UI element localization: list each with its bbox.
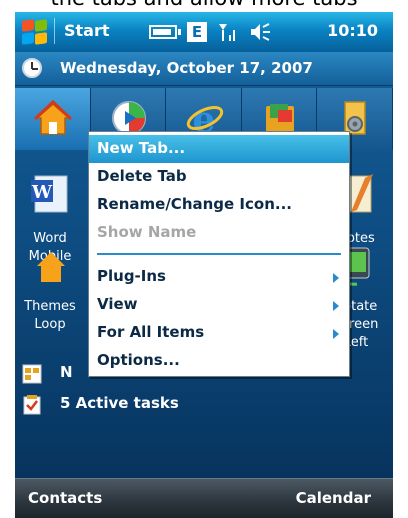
status-icons: E [149,19,271,45]
menu-item-label: Delete Tab [97,167,187,185]
menu-item-view[interactable]: View [89,291,349,319]
menu-item-label: Rename/Change Icon... [97,195,292,213]
device-screen: Start E 10:10 Wednesday, October 17, 200… [15,12,393,518]
contacts-softkey[interactable]: Contacts [28,489,102,507]
menu-item-label: New Tab... [97,139,186,157]
menu-item-label: Show Name [97,223,197,241]
menu-separator [97,253,341,255]
word-mobile-icon: W [31,175,68,213]
submenu-arrow-icon [333,273,339,283]
softkey-bar: Contacts Calendar [15,478,393,518]
svg-text:W: W [31,182,53,203]
menu-item-for-all-items[interactable]: For All Items [89,319,349,347]
menu-item-label: Options... [97,351,180,369]
menu-item-label: Plug-Ins [97,267,166,285]
menu-item-rename-change-icon[interactable]: Rename/Change Icon... [89,191,349,219]
title-bar: Start E 10:10 [15,12,393,52]
volume-icon[interactable] [249,21,271,43]
calendar-item-text: N [60,363,73,381]
menu-item-new-tab[interactable]: New Tab... [89,135,349,163]
menu-item-label: View [97,295,138,313]
clock[interactable]: 10:10 [327,21,378,40]
date-line[interactable]: Wednesday, October 17, 2007 [15,52,393,86]
windows-flag-icon [20,19,50,45]
clock-icon [22,58,42,78]
context-menu: New Tab... Delete Tab Rename/Change Icon… [88,131,350,377]
start-label: Start [64,21,110,40]
edge-network-icon[interactable]: E [187,22,207,42]
battery-icon[interactable] [149,25,181,39]
menu-item-plug-ins[interactable]: Plug-Ins [89,263,349,291]
tasks-icon [23,395,41,415]
tab-home[interactable] [15,88,91,150]
date-text: Wednesday, October 17, 2007 [60,59,313,77]
submenu-arrow-icon [333,329,339,339]
menu-item-delete-tab[interactable]: Delete Tab [89,163,349,191]
start-button[interactable]: Start [15,12,127,52]
tasks-item-text: 5 Active tasks [60,394,179,412]
menu-item-options[interactable]: Options... [89,347,349,375]
calendar-icon [22,364,42,384]
signal-strength-icon[interactable] [217,21,239,43]
home-icon [33,99,73,135]
start-divider [54,18,55,44]
caption-strip: the tabs and allow more tabs [0,0,408,12]
caption-text: the tabs and allow more tabs [0,0,408,10]
app-label: Themes Loop [24,299,76,332]
calendar-softkey[interactable]: Calendar [296,489,371,507]
submenu-arrow-icon [333,301,339,311]
menu-item-show-name: Show Name [89,219,349,247]
tasks-item[interactable]: 5 Active tasks [15,390,393,418]
menu-item-label: For All Items [97,323,205,341]
themes-icon [37,252,65,282]
